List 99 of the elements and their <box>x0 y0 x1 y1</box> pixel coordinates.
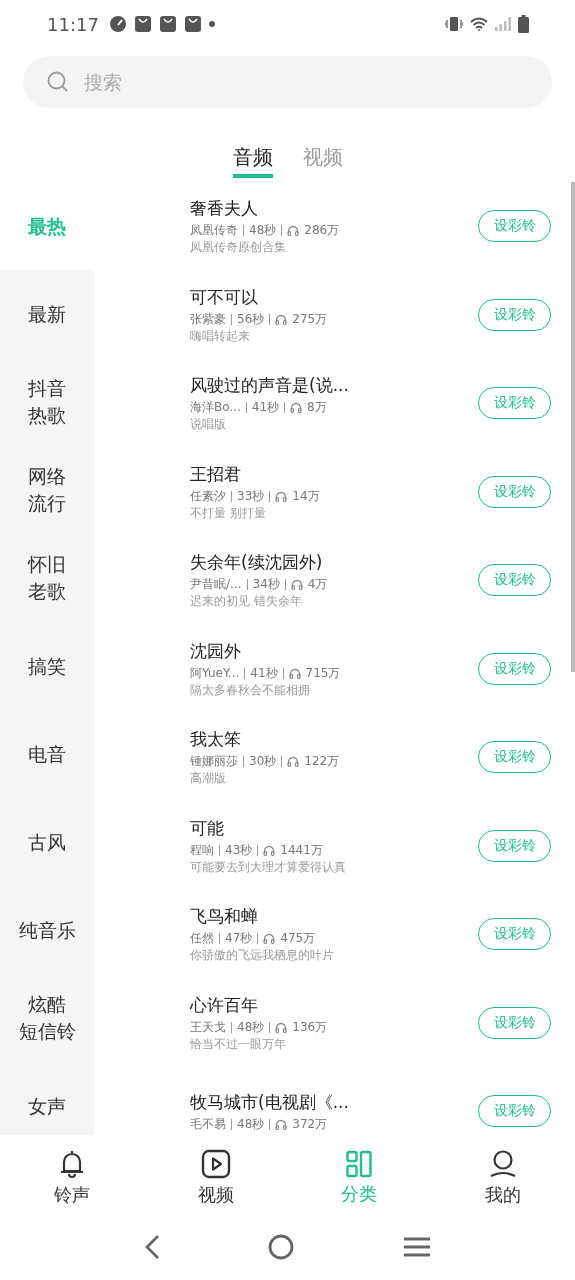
song-title[interactable]: 可能 <box>190 815 478 840</box>
play-count: 8万 <box>307 399 327 417</box>
vibrate-icon <box>445 17 463 31</box>
song-description: 隔太多春秋会不能相拥 <box>190 681 311 699</box>
wifi-icon <box>470 17 488 31</box>
song-duration: 56秒 <box>237 310 265 328</box>
status-time: 11:17 <box>47 13 99 35</box>
song-description: 你骄傲的飞远我栖息的叶片 <box>190 947 335 965</box>
song-artist: 毛不易 <box>190 1115 226 1133</box>
speedometer-icon <box>108 15 127 33</box>
category-item[interactable]: 最新 <box>0 270 94 358</box>
search-icon <box>47 71 69 93</box>
song-duration: 41秒 <box>251 399 280 417</box>
song-artist: 张紫豪 <box>190 310 226 328</box>
category-item[interactable]: 抖音 热歌 <box>0 358 94 446</box>
song-title[interactable]: 沈园外 <box>190 638 478 663</box>
play-count: 122万 <box>304 753 340 771</box>
song-artist: 程响 <box>190 841 214 859</box>
song-duration: 33秒 <box>237 487 265 505</box>
signal-icon <box>495 17 511 31</box>
song-duration: 47秒 <box>225 930 253 948</box>
song-description: 可能要去到大理才算爱得认真 <box>190 858 347 876</box>
category-item[interactable]: 网络 流行 <box>0 446 94 534</box>
song-description: 说唱版 <box>190 416 227 434</box>
song-description: 恰当不过一眼万年 <box>190 1035 287 1053</box>
play-count: 1441万 <box>280 841 323 859</box>
play-count: 136万 <box>292 1018 328 1036</box>
nav-tab[interactable]: 视频 <box>143 1135 288 1220</box>
search-field[interactable]: 搜索 <box>23 56 552 108</box>
song-duration: 30秒 <box>249 753 277 771</box>
tab[interactable]: 音频 <box>232 144 273 178</box>
song-title[interactable]: 牧马城市(电视剧《... <box>190 1089 478 1114</box>
song-description: 高潮版 <box>190 770 227 788</box>
shopping-bag-icon <box>183 15 202 33</box>
headphones-icon <box>290 402 303 414</box>
song-artist: 王天戈 <box>190 1018 226 1036</box>
song-title[interactable]: 风驶过的声音是(说... <box>190 373 478 398</box>
headphones-icon <box>275 1021 288 1033</box>
category-item[interactable]: 怀旧 老歌 <box>0 534 94 622</box>
song-duration: 34秒 <box>252 576 280 594</box>
song-duration: 48秒 <box>249 222 277 240</box>
play-count: 372万 <box>292 1115 328 1133</box>
song-artist: 海洋Bo... <box>190 399 241 417</box>
song-title[interactable]: 我太笨 <box>190 727 478 752</box>
play-count: 14万 <box>292 487 320 505</box>
song-title[interactable]: 王招君 <box>190 461 478 486</box>
song-artist: 任素汐 <box>190 487 226 505</box>
song-title[interactable]: 可不可以 <box>190 284 478 309</box>
song-duration: 43秒 <box>225 841 253 859</box>
category-item[interactable]: 纯音乐 <box>0 886 94 974</box>
nav-tab[interactable]: 铃声 <box>0 1135 144 1220</box>
play-count: 286万 <box>304 222 340 240</box>
headphones-icon <box>288 667 301 679</box>
category-item[interactable]: 搞笑 <box>0 622 94 710</box>
song-description: 不打量 别打量 <box>190 504 267 522</box>
song-duration: 48秒 <box>237 1018 265 1036</box>
person-icon <box>489 1148 518 1179</box>
headphones-icon <box>275 490 288 502</box>
song-artist: 锺娜丽莎 <box>190 753 238 771</box>
category-item[interactable]: 女声 <box>0 1062 94 1135</box>
category-item[interactable]: 古风 <box>0 798 94 886</box>
headphones-icon <box>275 1118 288 1130</box>
back-icon[interactable] <box>144 1234 161 1260</box>
category-item[interactable]: 电音 <box>0 710 94 798</box>
song-description: 嗨唱转起来 <box>190 327 251 345</box>
song-title[interactable]: 奢香夫人 <box>190 196 478 221</box>
nav-tab[interactable]: 我的 <box>431 1135 575 1220</box>
headphones-icon <box>287 225 300 237</box>
headphones-icon <box>275 313 288 325</box>
song-artist: 任然 <box>190 930 214 948</box>
headphones-icon <box>263 933 276 945</box>
shopping-bag-icon <box>133 15 152 33</box>
headphones-icon <box>290 579 303 591</box>
song-description: 迟来的初见 错失余年 <box>190 593 303 611</box>
song-title[interactable]: 失余年(续沈园外) <box>190 550 478 575</box>
shopping-bag-icon <box>158 15 177 33</box>
play-count: 715万 <box>305 664 341 682</box>
song-artist: 凤凰传奇 <box>190 222 238 240</box>
song-duration: 48秒 <box>237 1115 265 1133</box>
play-count: 275万 <box>292 310 328 328</box>
grid-icon <box>346 1149 373 1178</box>
category-item[interactable]: 炫酷 短信铃 <box>0 974 94 1062</box>
song-artist: 阿YueY... <box>190 664 240 682</box>
play-icon <box>200 1148 231 1179</box>
song-description: 凤凰传奇原创合集 <box>190 239 287 257</box>
bell-icon <box>58 1148 85 1179</box>
headphones-icon <box>263 844 276 856</box>
song-title[interactable]: 飞鸟和蝉 <box>190 904 478 929</box>
battery-icon <box>518 15 529 33</box>
play-count: 4万 <box>307 576 328 594</box>
headphones-icon <box>287 756 300 768</box>
play-count: 475万 <box>280 930 316 948</box>
home-icon[interactable] <box>268 1234 295 1260</box>
song-artist: 尹昔眠/... <box>190 576 242 594</box>
menu-icon[interactable] <box>402 1236 431 1258</box>
scrollbar[interactable] <box>571 182 575 672</box>
song-title[interactable]: 心许百年 <box>190 992 478 1017</box>
dot-icon <box>208 21 215 27</box>
song-duration: 41秒 <box>250 664 278 682</box>
